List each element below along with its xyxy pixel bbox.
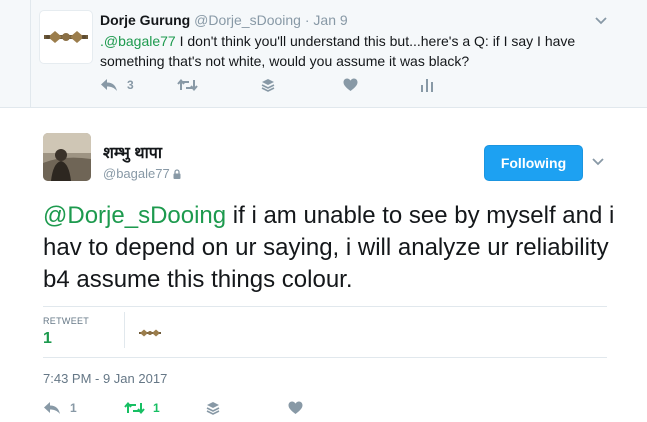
conversation-line <box>30 0 31 108</box>
divider <box>43 306 607 307</box>
heart-icon <box>288 401 303 414</box>
stack-icon <box>261 79 275 92</box>
parent-tweet-text: .@bagale77 I don't think you'll understa… <box>100 31 600 71</box>
parent-avatar[interactable] <box>39 10 93 64</box>
divider <box>43 357 607 358</box>
retweet-button[interactable] <box>177 78 198 92</box>
chevron-down-icon[interactable] <box>591 157 605 167</box>
parent-tweet-date[interactable]: Jan 9 <box>313 12 347 28</box>
retweets-stat-value[interactable]: 1 <box>43 330 52 348</box>
dorje-vajra-mini-image <box>139 329 161 337</box>
reply-button[interactable]: 3 <box>100 78 134 92</box>
parent-tweet-header: Dorje Gurung @Dorje_sDooing · Jan 9 <box>100 11 348 29</box>
stack-icon <box>206 402 220 415</box>
retweet-icon <box>177 78 198 92</box>
parent-author-name[interactable]: Dorje Gurung <box>100 12 190 28</box>
reply-count: 1 <box>70 401 77 415</box>
meta-separator: · <box>300 12 314 28</box>
author-handle[interactable]: @bagale77 <box>103 166 170 181</box>
author-photo-image <box>43 133 91 181</box>
like-button[interactable] <box>343 78 358 92</box>
stats-separator <box>124 312 125 348</box>
author-name[interactable]: शम्भु थापा <box>103 141 162 163</box>
reply-icon <box>101 79 117 91</box>
stack-button[interactable] <box>206 401 220 415</box>
retweet-count: 1 <box>153 401 160 415</box>
reply-icon <box>44 402 60 414</box>
dorje-vajra-avatar-image <box>44 31 88 43</box>
analytics-button[interactable] <box>421 78 433 92</box>
retweets-stat-label[interactable]: RETWEET <box>43 316 89 326</box>
author-avatar[interactable] <box>43 133 91 181</box>
retweet-button[interactable]: 1 <box>124 401 160 415</box>
parent-tweet[interactable]: Dorje Gurung @Dorje_sDooing · Jan 9 .@ba… <box>0 0 647 108</box>
parent-author-handle[interactable]: @Dorje_sDooing <box>194 12 301 28</box>
tweet-mention-link[interactable]: @Dorje_sDooing <box>43 202 226 229</box>
stack-button[interactable] <box>261 78 275 92</box>
tweet-timestamp[interactable]: 7:43 PM - 9 Jan 2017 <box>43 371 167 386</box>
retweet-icon <box>124 401 145 415</box>
reply-button[interactable]: 1 <box>43 401 77 415</box>
author-handle-row: @bagale77 <box>103 166 181 181</box>
retweeter-avatar[interactable] <box>137 320 163 346</box>
parent-reply-count: 3 <box>127 78 134 92</box>
following-button[interactable]: Following <box>484 145 583 181</box>
like-button[interactable] <box>288 401 303 415</box>
heart-icon <box>343 78 358 91</box>
lock-icon <box>173 169 181 179</box>
analytics-icon <box>421 79 433 92</box>
tweet-text: @Dorje_sDooing if i am unable to see by … <box>43 200 623 296</box>
chevron-down-icon[interactable] <box>594 16 608 26</box>
parent-mention-link[interactable]: .@bagale77 <box>100 33 176 49</box>
